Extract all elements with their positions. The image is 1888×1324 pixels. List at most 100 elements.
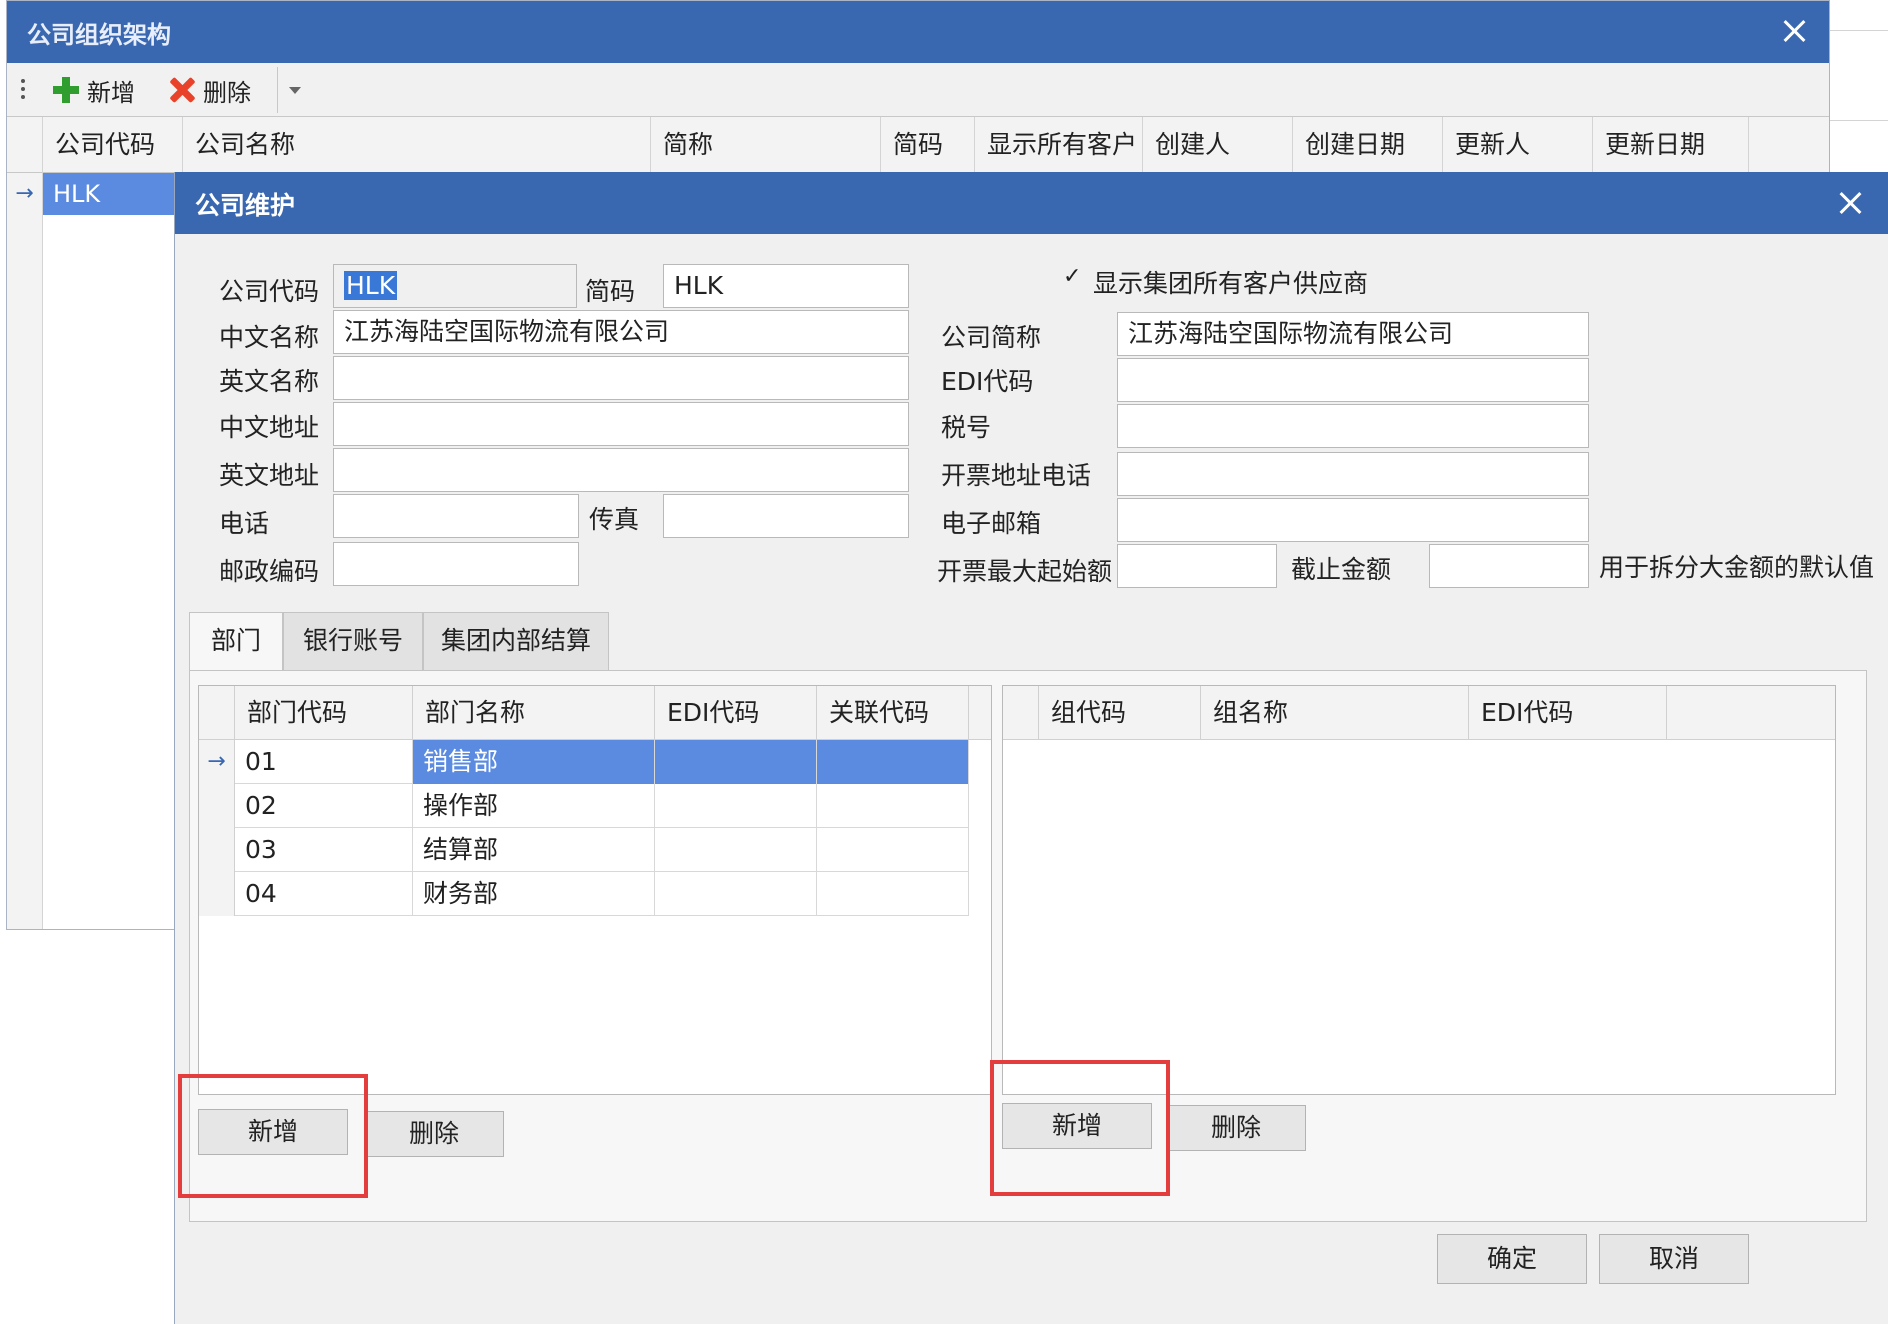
dept-link-cell[interactable] <box>817 872 969 916</box>
department-grid: 部门代码 部门名称 EDI代码 关联代码 → 01 销售部 02 操作部 03 … <box>198 685 992 1095</box>
table-row[interactable]: → 01 销售部 <box>199 740 969 784</box>
dialog-title: 公司维护 <box>195 191 296 220</box>
outer-close-icon[interactable] <box>1781 17 1809 45</box>
company-code-cell[interactable]: HLK <box>43 173 183 215</box>
column-header[interactable]: 更新人 <box>1443 117 1593 173</box>
row-indicator-column <box>7 215 43 929</box>
column-header[interactable]: 部门代码 <box>235 686 413 740</box>
tab-department[interactable]: 部门 <box>189 612 283 672</box>
row-indicator-cell <box>199 872 235 916</box>
row-arrow-icon: → <box>7 173 43 215</box>
dept-edi-cell[interactable] <box>655 828 817 872</box>
dept-name-cell[interactable]: 结算部 <box>413 828 655 872</box>
cn-address-label: 中文地址 <box>219 413 320 442</box>
short-code-label: 简码 <box>585 277 636 306</box>
dept-link-cell[interactable] <box>817 784 969 828</box>
row-indicator-cell <box>199 828 235 872</box>
dept-code-cell[interactable]: 03 <box>235 828 413 872</box>
toolbar-delete-label: 删除 <box>203 78 251 107</box>
column-header[interactable]: 关联代码 <box>817 686 969 740</box>
column-header[interactable]: EDI代码 <box>655 686 817 740</box>
highlight-box <box>178 1074 368 1198</box>
company-code-field[interactable]: HLK <box>333 264 577 308</box>
dept-delete-button[interactable]: 删除 <box>364 1111 504 1157</box>
tab-group-settlement[interactable]: 集团内部结算 <box>423 612 609 670</box>
row-indicator-cell <box>199 784 235 828</box>
outer-title-bar: 公司组织架构 <box>7 1 1829 63</box>
invoice-max-start-field[interactable] <box>1117 544 1277 588</box>
en-address-label: 英文地址 <box>219 461 320 490</box>
cutoff-amount-field[interactable] <box>1429 544 1589 588</box>
dept-link-cell[interactable] <box>817 740 969 784</box>
outer-grid-header: 公司代码 公司名称 简称 简码 显示所有客户 创建人 创建日期 更新人 更新日期 <box>7 117 1829 173</box>
split-hint-text: 用于拆分大金额的默认值 <box>1599 553 1875 582</box>
company-short-field[interactable]: 江苏海陆空国际物流有限公司 <box>1117 312 1589 356</box>
postcode-field[interactable] <box>333 542 579 586</box>
en-address-field[interactable] <box>333 448 909 492</box>
column-header[interactable]: 简码 <box>881 117 975 173</box>
toolbar-delete-button[interactable]: 删除 <box>167 73 251 107</box>
column-header[interactable]: 组代码 <box>1039 686 1201 740</box>
toolbar-separator <box>277 67 278 113</box>
dept-header-indicator <box>199 686 235 740</box>
table-row[interactable]: 04 财务部 <box>199 872 969 916</box>
dept-name-cell[interactable]: 销售部 <box>413 740 655 784</box>
outer-toolbar: 新增 删除 <box>7 63 1829 117</box>
tab-bank-account[interactable]: 银行账号 <box>283 612 423 670</box>
toolbar-grip-icon[interactable] <box>21 79 25 101</box>
column-header[interactable]: 公司代码 <box>43 117 183 173</box>
department-grid-header: 部门代码 部门名称 EDI代码 关联代码 <box>199 686 991 740</box>
toolbar-dropdown-icon[interactable] <box>289 87 301 94</box>
dept-code-cell[interactable]: 02 <box>235 784 413 828</box>
company-code-label: 公司代码 <box>219 277 320 306</box>
outer-header-indicator <box>7 117 43 173</box>
fax-label: 传真 <box>589 505 640 534</box>
dept-name-cell[interactable]: 操作部 <box>413 784 655 828</box>
column-header[interactable]: 更新日期 <box>1593 117 1749 173</box>
outer-window-title: 公司组织架构 <box>27 21 171 49</box>
cn-name-label: 中文名称 <box>219 323 320 352</box>
column-header[interactable]: 创建日期 <box>1293 117 1443 173</box>
email-field[interactable] <box>1117 498 1589 542</box>
group-grid: 组代码 组名称 EDI代码 <box>1002 685 1836 1095</box>
column-header[interactable]: 创建人 <box>1143 117 1293 173</box>
phone-field[interactable] <box>333 494 579 538</box>
dept-edi-cell[interactable] <box>655 784 817 828</box>
cn-address-field[interactable] <box>333 402 909 446</box>
show-all-label[interactable]: 显示集团所有客户供应商 <box>1093 264 1368 300</box>
phone-label: 电话 <box>219 509 270 538</box>
column-header[interactable]: 显示所有客户 <box>975 117 1143 173</box>
en-name-label: 英文名称 <box>219 367 320 396</box>
postcode-label: 邮政编码 <box>219 557 320 586</box>
dept-code-cell[interactable]: 04 <box>235 872 413 916</box>
table-row[interactable]: 03 结算部 <box>199 828 969 872</box>
cn-name-field[interactable]: 江苏海陆空国际物流有限公司 <box>333 310 909 354</box>
dialog-close-icon[interactable] <box>1837 189 1865 217</box>
short-code-field[interactable]: HLK <box>663 264 909 308</box>
fax-field[interactable] <box>663 494 909 538</box>
cancel-button[interactable]: 取消 <box>1599 1234 1749 1284</box>
dept-link-cell[interactable] <box>817 828 969 872</box>
dept-name-cell[interactable]: 财务部 <box>413 872 655 916</box>
dept-code-cell[interactable]: 01 <box>235 740 413 784</box>
en-name-field[interactable] <box>333 356 909 400</box>
toolbar-add-button[interactable]: 新增 <box>51 73 135 107</box>
column-header[interactable]: 部门名称 <box>413 686 655 740</box>
group-header-indicator <box>1003 686 1039 740</box>
invoice-addr-phone-field[interactable] <box>1117 452 1589 496</box>
dept-edi-cell[interactable] <box>655 872 817 916</box>
show-all-checkbox[interactable]: ✓ <box>1063 266 1085 288</box>
column-header[interactable]: EDI代码 <box>1469 686 1667 740</box>
group-delete-button[interactable]: 删除 <box>1166 1105 1306 1151</box>
dept-edi-cell[interactable] <box>655 740 817 784</box>
group-grid-header: 组代码 组名称 EDI代码 <box>1003 686 1835 740</box>
invoice-max-start-label: 开票最大起始额 <box>937 557 1113 586</box>
edi-code-field[interactable] <box>1117 358 1589 402</box>
tax-no-field[interactable] <box>1117 404 1589 448</box>
row-arrow-icon: → <box>199 740 235 784</box>
column-header[interactable]: 简称 <box>651 117 881 173</box>
ok-button[interactable]: 确定 <box>1437 1234 1587 1284</box>
column-header[interactable]: 公司名称 <box>183 117 651 173</box>
column-header[interactable]: 组名称 <box>1201 686 1469 740</box>
table-row[interactable]: 02 操作部 <box>199 784 969 828</box>
